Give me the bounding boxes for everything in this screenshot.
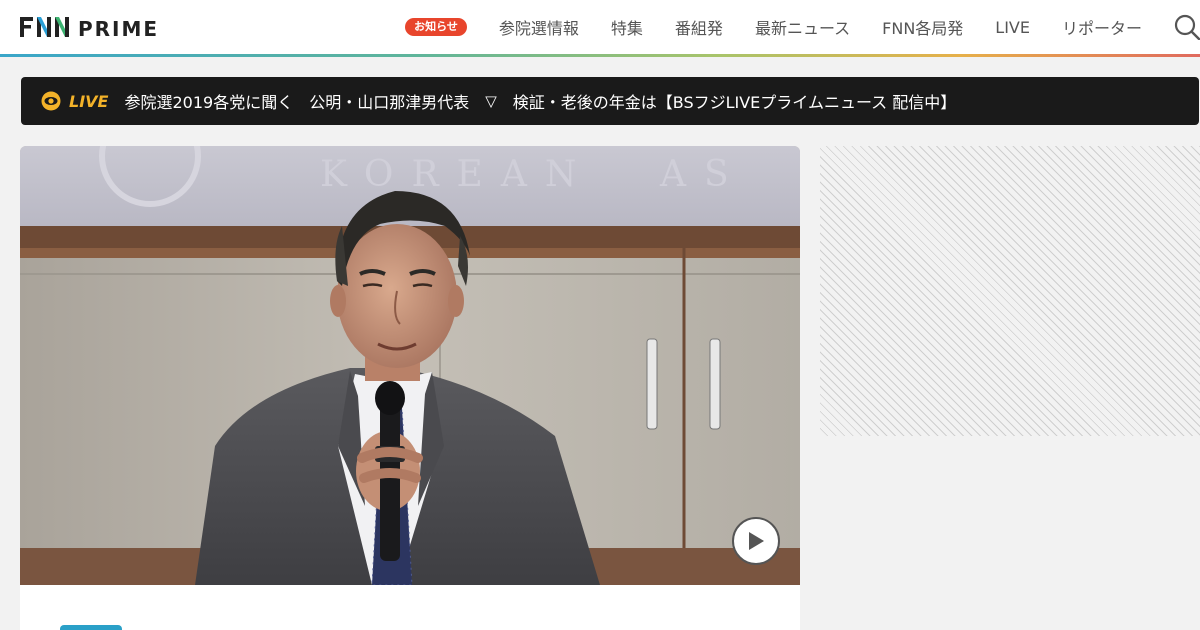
play-video-button[interactable] (732, 517, 780, 565)
category-tag[interactable] (60, 625, 122, 630)
fnn-prime-logo: PRIME (20, 17, 159, 40)
site-header: PRIME お知らせ 参院選情報 特集 番組発 最新ニュース FNN各局発 LI… (0, 0, 1200, 54)
article-card[interactable]: KOREAN AS (20, 146, 800, 630)
nav-item-latest-news[interactable]: 最新ニュース (755, 15, 850, 39)
site-logo[interactable]: PRIME (20, 14, 170, 40)
speaker-photo: KOREAN AS (20, 146, 800, 585)
svg-text:PRIME: PRIME (78, 17, 159, 40)
ticker-separator: ▽ (485, 92, 497, 110)
nav-item-election[interactable]: 参院選情報 (499, 15, 579, 39)
header-color-stripe (0, 54, 1200, 57)
live-ticker[interactable]: LIVE 参院選2019各党に聞く 公明・山口那津男代表 ▽ 検証・老後の年金は… (21, 77, 1199, 125)
ticker-headline[interactable]: 検証・老後の年金は【BSフジLIVEプライムニュース 配信中】 (513, 89, 957, 113)
svg-text:KOREAN: KOREAN (320, 154, 594, 195)
live-label: LIVE (69, 91, 109, 111)
article-hero-image[interactable]: KOREAN AS (20, 146, 800, 585)
ad-placeholder (820, 146, 1200, 436)
svg-text:AS: AS (659, 154, 747, 195)
nav-item-fnn-stations[interactable]: FNN各局発 (882, 15, 963, 39)
nav-item-live[interactable]: LIVE (995, 18, 1030, 37)
nav-item-reporters[interactable]: リポーター (1062, 15, 1142, 39)
eye-icon (41, 91, 61, 111)
play-icon (749, 532, 764, 550)
main-nav: お知らせ 参院選情報 特集 番組発 最新ニュース FNN各局発 LIVE リポー… (405, 0, 1200, 54)
nav-item-programs[interactable]: 番組発 (675, 15, 723, 39)
nav-item-features[interactable]: 特集 (611, 15, 643, 39)
ticker-headline[interactable]: 参院選2019各党に聞く 公明・山口那津男代表 (124, 89, 469, 113)
notice-badge[interactable]: お知らせ (405, 18, 467, 36)
search-icon[interactable] (1174, 14, 1200, 41)
